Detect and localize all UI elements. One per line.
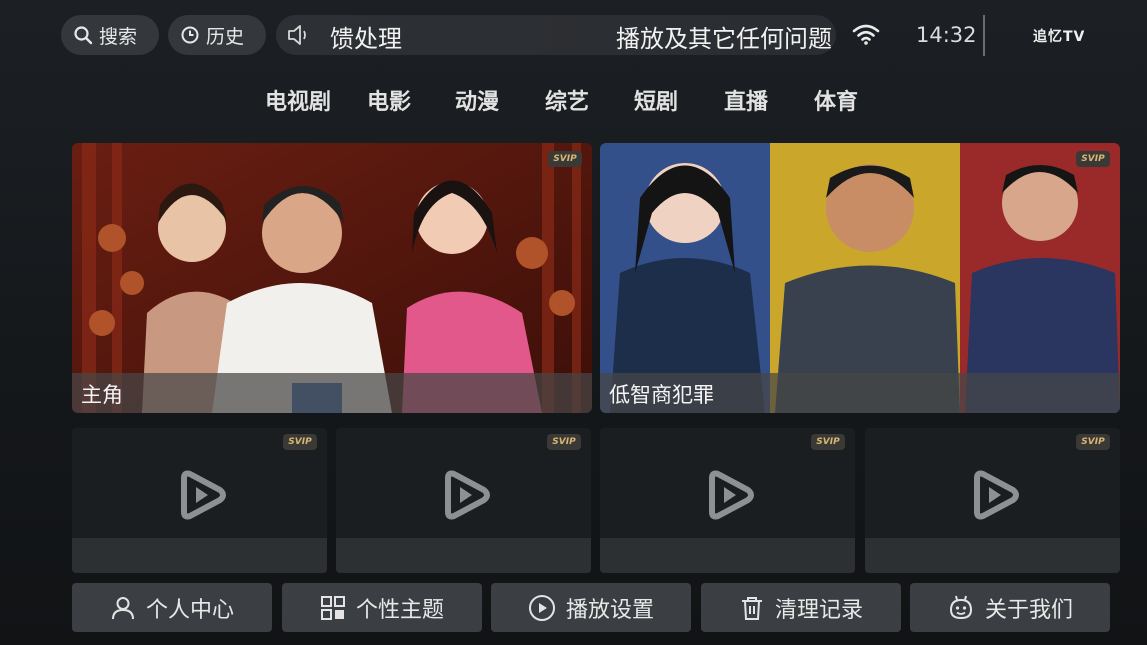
person-icon <box>111 596 134 619</box>
theme-button[interactable]: 个性主题 <box>282 583 482 632</box>
clear-history-button[interactable]: 清理记录 <box>701 583 901 632</box>
search-label: 搜索 <box>99 25 138 48</box>
search-button[interactable]: 搜索 <box>61 15 159 55</box>
tab-variety[interactable]: 综艺 <box>545 84 589 116</box>
wifi-icon <box>852 24 880 45</box>
svip-badge: SVIP <box>1076 434 1110 450</box>
play-logo-icon <box>445 470 490 520</box>
tab-sports[interactable]: 体育 <box>814 84 858 116</box>
button-label: 个性主题 <box>355 597 444 623</box>
notice-marquee: 馈处理 播放及其它任何问题 <box>276 15 836 55</box>
media-card-placeholder[interactable]: SVIP <box>600 428 855 573</box>
card-title: 低智商犯罪 <box>609 383 714 407</box>
personal-center-button[interactable]: 个人中心 <box>72 583 272 632</box>
button-label: 关于我们 <box>984 597 1073 623</box>
media-card-placeholder[interactable]: SVIP <box>336 428 591 573</box>
divider <box>983 15 985 56</box>
tab-anime[interactable]: 动漫 <box>455 84 499 116</box>
history-label: 历史 <box>206 25 245 48</box>
featured-card[interactable]: SVIP 低智商犯罪 <box>600 143 1120 413</box>
speaker-icon <box>288 25 306 45</box>
grid-icon <box>320 595 345 620</box>
history-button[interactable]: 历史 <box>168 15 266 55</box>
card-title-bar <box>72 538 327 573</box>
card-title-bar <box>336 538 591 573</box>
brand-logo: 追忆TV <box>1033 29 1086 45</box>
svip-badge: SVIP <box>548 151 582 167</box>
play-logo-icon <box>974 470 1019 520</box>
search-icon <box>74 26 93 45</box>
button-label: 清理记录 <box>774 597 863 623</box>
button-label: 播放设置 <box>565 597 654 623</box>
smiley-icon <box>949 595 972 619</box>
card-title-bar <box>865 538 1120 573</box>
card-caption: 低智商犯罪 <box>600 373 1120 413</box>
svip-badge: SVIP <box>811 434 845 450</box>
svip-badge: SVIP <box>1076 151 1110 167</box>
tab-live[interactable]: 直播 <box>724 84 768 116</box>
tab-movie[interactable]: 电影 <box>367 84 411 116</box>
clock-icon <box>181 26 199 44</box>
play-logo-icon <box>181 470 226 520</box>
svip-badge: SVIP <box>283 434 317 450</box>
tab-short-drama[interactable]: 短剧 <box>634 84 678 116</box>
about-us-button[interactable]: 关于我们 <box>910 583 1110 632</box>
svip-badge: SVIP <box>547 434 581 450</box>
featured-card[interactable]: SVIP 主角 <box>72 143 592 413</box>
play-settings-button[interactable]: 播放设置 <box>491 583 691 632</box>
trash-icon <box>741 596 762 620</box>
media-card-placeholder[interactable]: SVIP <box>865 428 1120 573</box>
play-circle-icon <box>528 594 555 621</box>
card-title: 主角 <box>81 383 123 407</box>
play-logo-icon <box>709 470 754 520</box>
notice-text-left: 馈处理 <box>330 25 402 53</box>
clock-time: 14:32 <box>916 23 977 47</box>
notice-text-right: 播放及其它任何问题 <box>616 25 832 53</box>
media-card-placeholder[interactable]: SVIP <box>72 428 327 573</box>
card-title-bar <box>600 538 855 573</box>
card-caption: 主角 <box>72 373 592 413</box>
button-label: 个人中心 <box>145 597 234 623</box>
tab-tv[interactable]: 电视剧 <box>265 84 331 116</box>
